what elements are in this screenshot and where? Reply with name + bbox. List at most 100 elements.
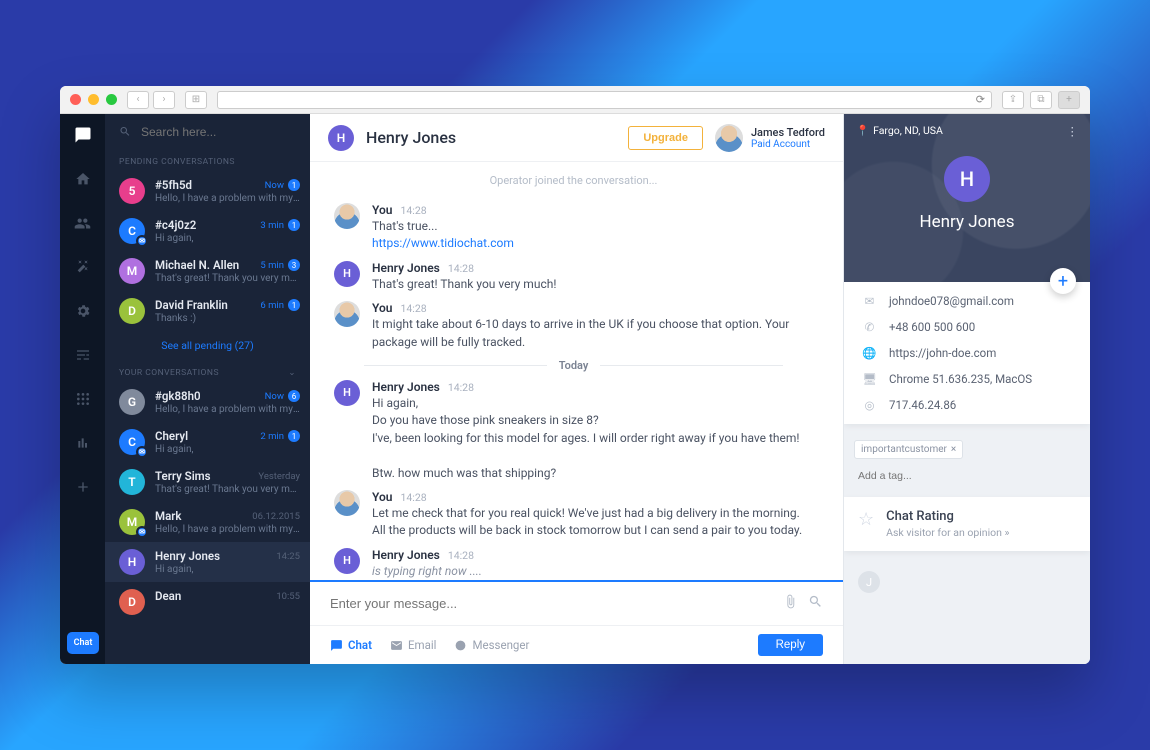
tag-chip[interactable]: importantcustomer × xyxy=(854,440,963,459)
account-plan: Paid Account xyxy=(751,139,825,150)
chat-scroll[interactable]: Operator joined the conversation... You … xyxy=(310,162,843,580)
conversation-name: Michael N. Allen xyxy=(155,258,239,272)
message-time: 14:28 xyxy=(448,549,474,562)
message-text: Hi again,Do you have those pink sneakers… xyxy=(372,395,813,482)
reply-button[interactable]: Reply xyxy=(758,634,823,656)
conversation-avatar: M xyxy=(119,258,145,284)
rail-apps-icon[interactable] xyxy=(74,390,92,408)
rail-filters-icon[interactable] xyxy=(74,346,92,364)
conversation-item[interactable]: C✉ Cheryl 2 min 1 Hi again, xyxy=(105,422,310,462)
maximize-window-button[interactable] xyxy=(106,94,117,105)
tab-email[interactable]: Email xyxy=(390,638,436,652)
visitor-panel: 📍 Fargo, ND, USA ⋮ H Henry Jones + ✉ joh… xyxy=(843,114,1090,664)
conversation-avatar: C✉ xyxy=(119,429,145,455)
visitor-menu-icon[interactable]: ⋮ xyxy=(1067,124,1079,138)
conversation-snippet: Hello, I have a problem with my wid... xyxy=(155,404,300,415)
search-icon xyxy=(119,124,131,139)
message-time: 14:28 xyxy=(448,381,474,394)
rail-add-icon[interactable] xyxy=(74,478,92,496)
add-visitor-info-button[interactable]: + xyxy=(1050,268,1076,294)
rail-automation-icon[interactable] xyxy=(74,258,92,276)
conversation-avatar: C✉ xyxy=(119,218,145,244)
rail-chat-badge[interactable]: Chat xyxy=(67,632,99,654)
conversation-avatar: D xyxy=(119,298,145,324)
conversation-avatar: M✉ xyxy=(119,509,145,535)
back-button[interactable]: ‹ xyxy=(127,91,149,109)
tab-messenger[interactable]: Messenger xyxy=(454,638,529,652)
system-message: Operator joined the conversation... xyxy=(334,172,813,195)
conversation-item[interactable]: H Henry Jones 14:25 Hi again, xyxy=(105,542,310,582)
globe-icon: 🌐 xyxy=(862,346,877,360)
message-author: You xyxy=(372,203,392,217)
message-avatar: H xyxy=(334,261,360,287)
conversation-item[interactable]: D David Franklin 6 min 1 Thanks :) xyxy=(105,291,310,331)
unread-badge: 6 xyxy=(288,390,300,402)
conversation-time: 6 min 1 xyxy=(260,299,300,311)
chat-main: H Henry Jones Upgrade James Tedford Paid… xyxy=(310,114,843,664)
rail-chat-icon[interactable] xyxy=(74,126,92,144)
nav-rail: Chat xyxy=(60,114,105,664)
visitor-site-row: 🌐 https://john-doe.com xyxy=(844,340,1090,366)
chevron-down-icon[interactable]: ⌄ xyxy=(288,368,296,378)
phone-icon: ✆ xyxy=(862,320,877,334)
account-menu[interactable]: James Tedford Paid Account xyxy=(715,124,825,152)
rating-title: Chat Rating xyxy=(886,509,1009,524)
visitor-ip-row: ◎ 717.46.24.86 xyxy=(844,392,1090,418)
search-in-chat-icon[interactable] xyxy=(808,594,823,613)
message-input[interactable] xyxy=(330,596,773,611)
conversation-time: 10:55 xyxy=(276,591,300,602)
message-time: 14:28 xyxy=(400,204,426,217)
message: H Henry Jones 14:28 Hi again,Do you have… xyxy=(334,380,813,482)
visitor-email-row: ✉ johndoe078@gmail.com xyxy=(844,288,1090,314)
see-all-pending-link[interactable]: See all pending (27) xyxy=(105,331,310,360)
message-author: Henry Jones xyxy=(372,261,440,275)
tabs-button[interactable]: ⧉ xyxy=(1030,91,1052,109)
conversation-list: PENDING CONVERSATIONS 5 #5fh5d Now 1 Hel… xyxy=(105,114,310,664)
unread-badge: 1 xyxy=(288,430,300,442)
forward-button[interactable]: › xyxy=(153,91,175,109)
conversation-item[interactable]: M Michael N. Allen 5 min 3 That's great!… xyxy=(105,251,310,291)
add-tag-input[interactable] xyxy=(854,467,997,485)
conversation-item[interactable]: C✉ #c4j0z2 3 min 1 Hi again, xyxy=(105,211,310,251)
email-icon: ✉ xyxy=(862,294,877,308)
message-time: 14:28 xyxy=(448,262,474,275)
search-input[interactable] xyxy=(141,125,296,139)
conversation-avatar: D xyxy=(119,589,145,615)
message-author: Henry Jones xyxy=(372,380,440,394)
message-link[interactable]: https://www.tidiochat.com xyxy=(372,236,514,250)
conversation-item[interactable]: T Terry Sims Yesterday That's great! Tha… xyxy=(105,462,310,502)
message-time: 14:28 xyxy=(400,491,426,504)
upgrade-button[interactable]: Upgrade xyxy=(628,126,703,150)
account-avatar xyxy=(715,124,743,152)
visitor-map: 📍 Fargo, ND, USA ⋮ H Henry Jones + xyxy=(844,114,1090,282)
conversation-snippet: Hi again, xyxy=(155,444,300,455)
address-bar[interactable]: ⟳ xyxy=(217,91,992,109)
remove-tag-icon[interactable]: × xyxy=(951,444,956,455)
minimize-window-button[interactable] xyxy=(88,94,99,105)
rail-analytics-icon[interactable] xyxy=(74,434,92,452)
conversation-item[interactable]: D Dean 10:55 xyxy=(105,582,310,622)
tab-chat[interactable]: Chat xyxy=(330,638,372,652)
reload-icon[interactable]: ⟳ xyxy=(976,93,985,106)
conversation-item[interactable]: 5 #5fh5d Now 1 Hello, I have a problem w… xyxy=(105,171,310,211)
conversation-time: 3 min 1 xyxy=(260,219,300,231)
close-window-button[interactable] xyxy=(70,94,81,105)
share-button[interactable]: ⇪ xyxy=(1002,91,1024,109)
conversation-item[interactable]: G #gk88h0 Now 6 Hello, I have a problem … xyxy=(105,382,310,422)
pending-header: PENDING CONVERSATIONS xyxy=(105,149,310,171)
chat-rating-card[interactable]: ☆ Chat Rating Ask visitor for an opinion… xyxy=(844,497,1090,551)
chat-header-title: Henry Jones xyxy=(366,128,616,147)
new-tab-button[interactable]: + xyxy=(1058,91,1080,109)
conversation-time: 06.12.2015 xyxy=(252,511,300,522)
rail-visitors-icon[interactable] xyxy=(74,214,92,232)
rail-home-icon[interactable] xyxy=(74,170,92,188)
message: You 14:28 That's true...https://www.tidi… xyxy=(334,203,813,253)
message-author: Henry Jones xyxy=(372,548,440,562)
conversation-item[interactable]: M✉ Mark 06.12.2015 Hello, I have a probl… xyxy=(105,502,310,542)
conversation-time: 14:25 xyxy=(276,551,300,562)
rail-settings-icon[interactable] xyxy=(74,302,92,320)
sidebar-toggle-button[interactable]: ⊞ xyxy=(185,91,207,109)
monitor-icon: 🖥 xyxy=(862,372,877,386)
attachment-icon[interactable] xyxy=(783,594,798,613)
day-divider: Today xyxy=(364,359,783,372)
